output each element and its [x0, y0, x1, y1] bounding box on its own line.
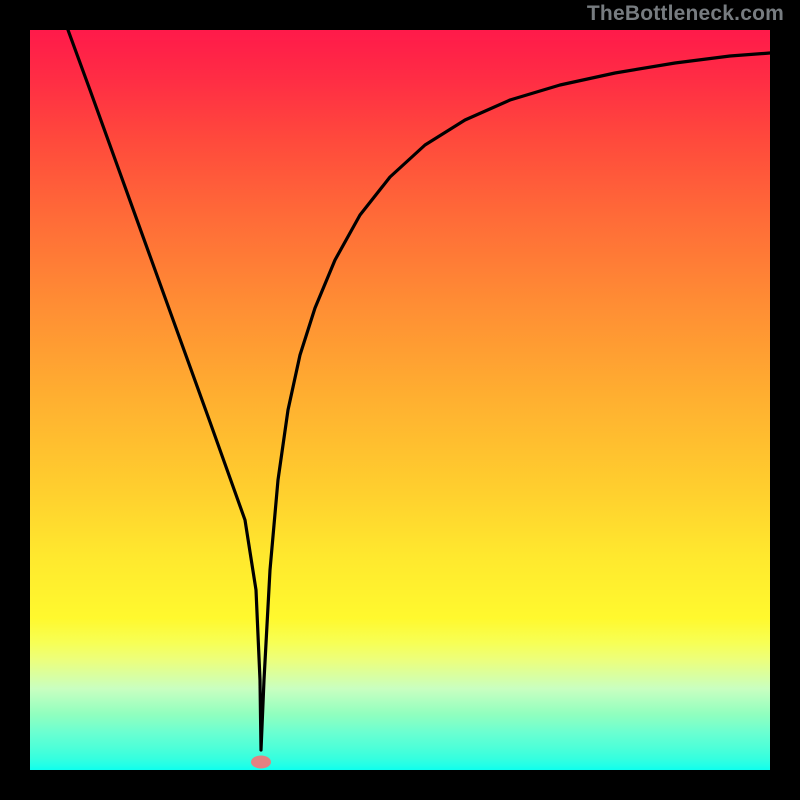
curve-path [68, 30, 770, 750]
chart-frame: TheBottleneck.com [0, 0, 800, 800]
bottleneck-curve [30, 30, 770, 770]
watermark-text: TheBottleneck.com [587, 2, 784, 26]
